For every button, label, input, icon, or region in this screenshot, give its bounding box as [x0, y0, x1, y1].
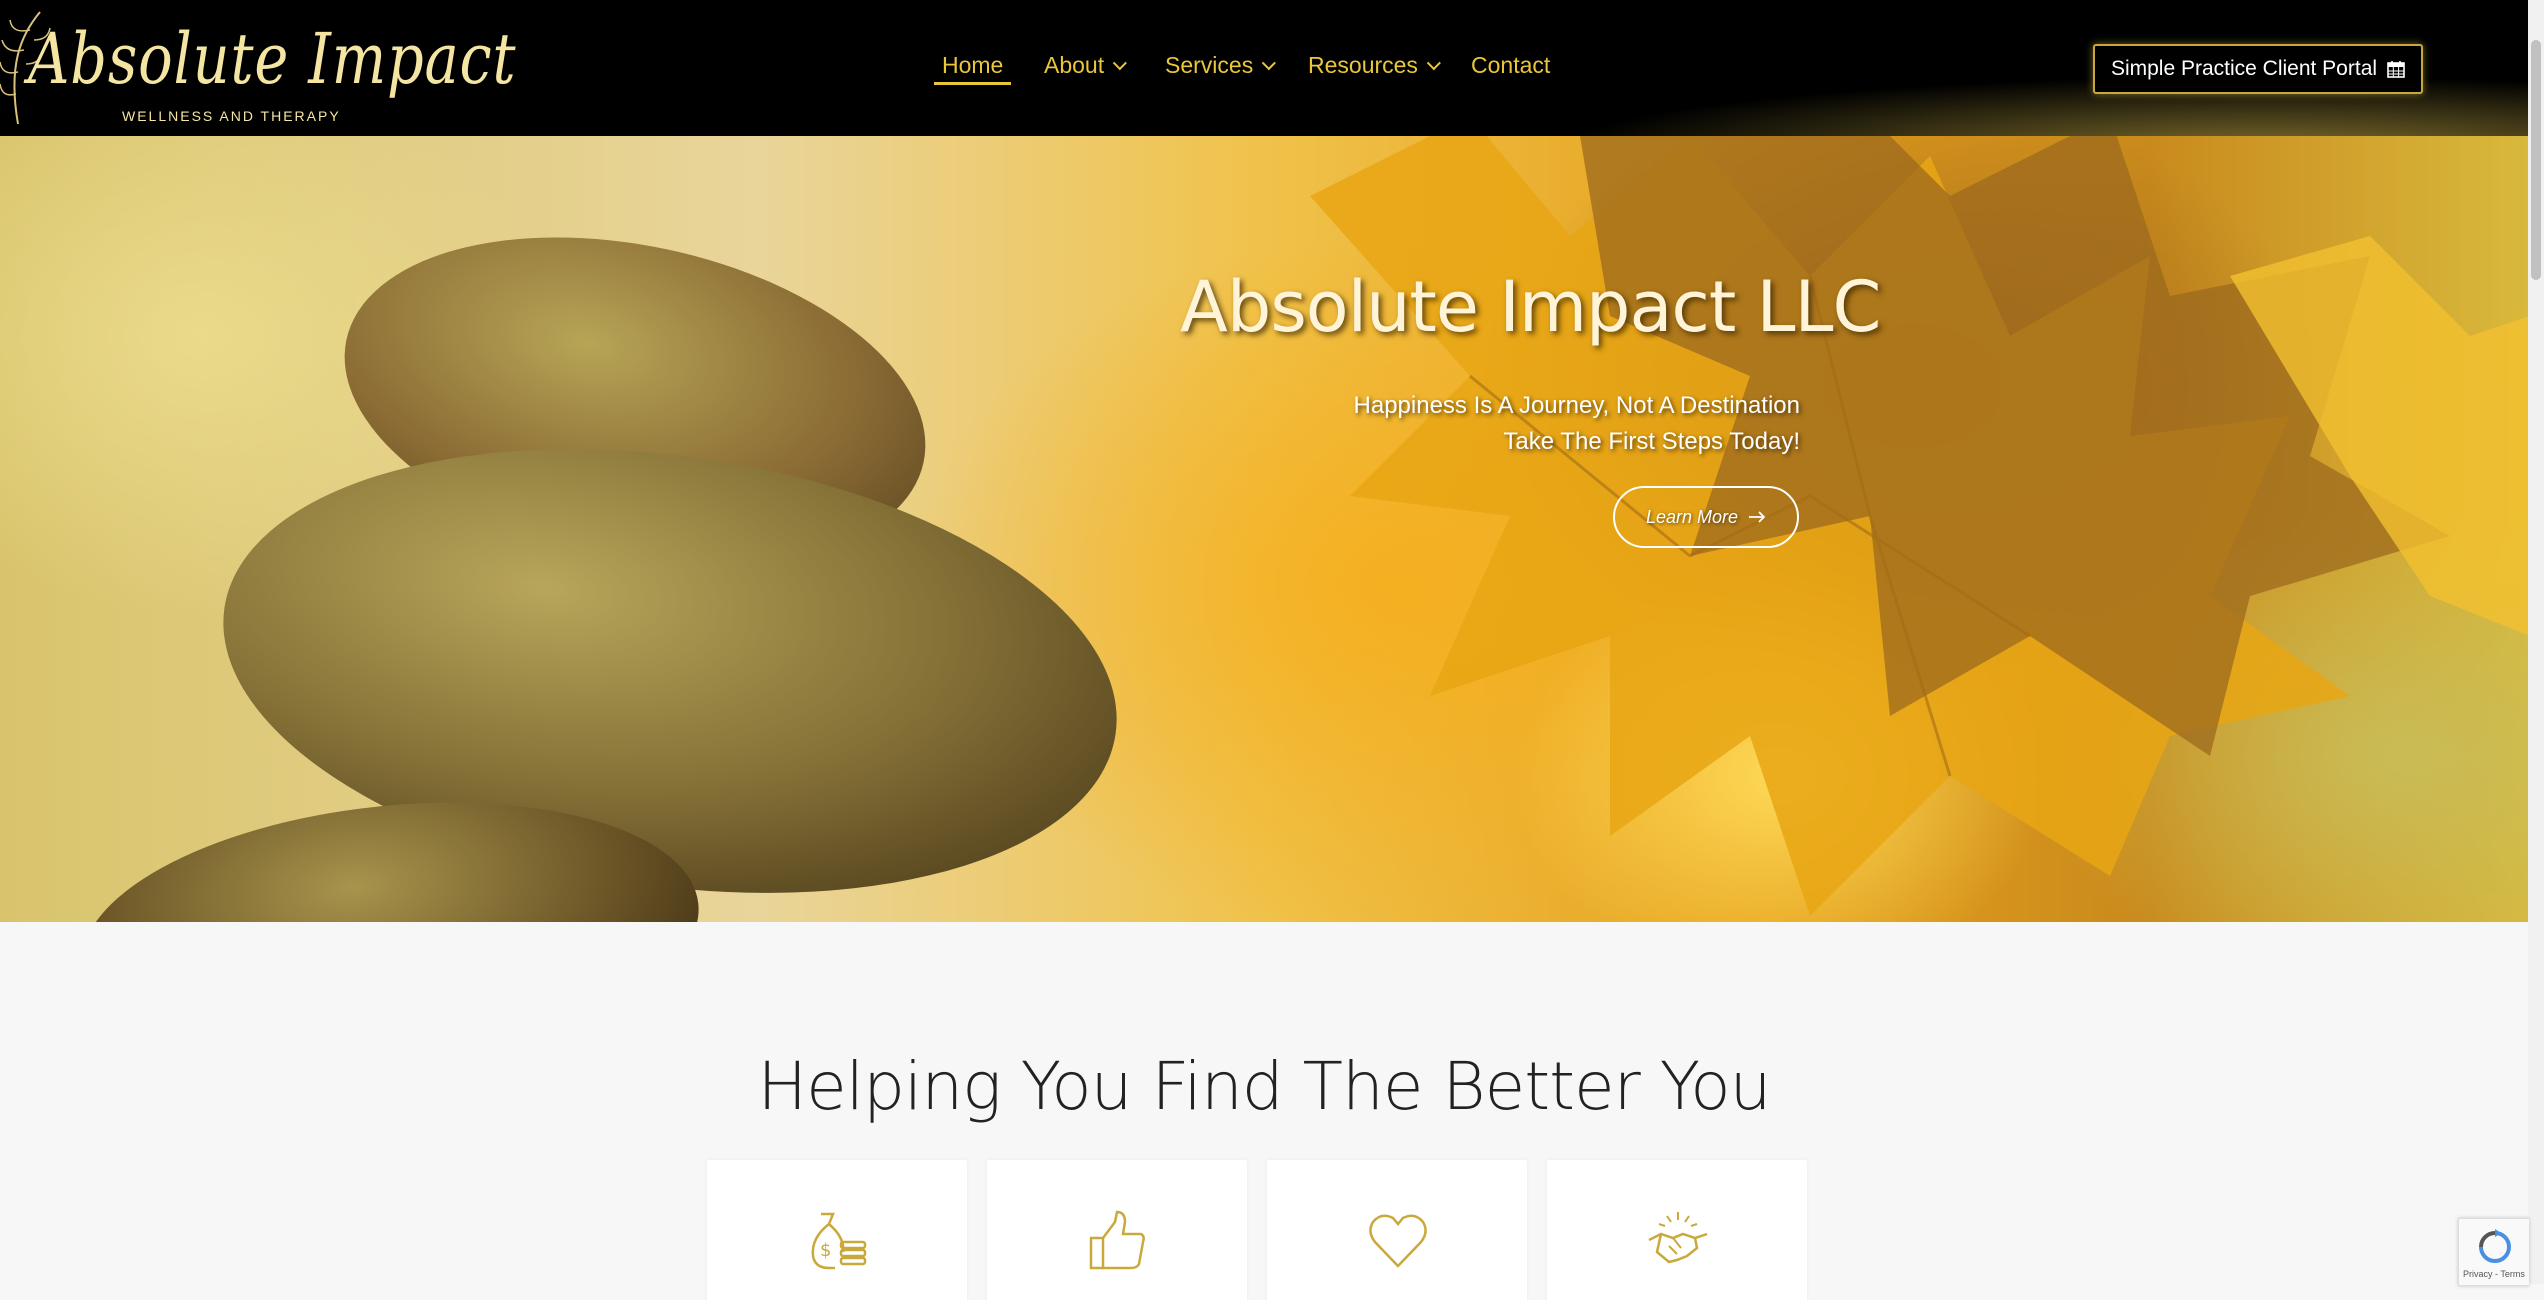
- recaptcha-text: Privacy - Terms: [2463, 1269, 2525, 1279]
- section-title: Helping You Find The Better You: [757, 1048, 1772, 1125]
- money-bag-icon: $: [811, 1212, 867, 1270]
- calendar-icon: [2387, 61, 2405, 78]
- heart-icon: [1369, 1214, 1427, 1268]
- feature-card[interactable]: [1267, 1160, 1527, 1300]
- hero-subtitle-line: Take The First Steps Today!: [1503, 428, 1800, 455]
- nav-item-services[interactable]: Services: [1165, 52, 1277, 79]
- feature-card[interactable]: [1547, 1160, 1807, 1300]
- chevron-down-icon: [1261, 55, 1277, 70]
- logo-script-text: Absolute Impact: [28, 18, 517, 100]
- feature-card[interactable]: [987, 1160, 1247, 1300]
- scrollbar-thumb[interactable]: [2531, 40, 2541, 280]
- client-portal-label: Simple Practice Client Portal: [2110, 57, 2378, 80]
- hero-title: Absolute Impact LLC: [1180, 266, 1881, 348]
- chevron-down-icon: [1426, 55, 1441, 70]
- svg-text:$: $: [820, 1240, 831, 1261]
- thumbs-up-icon: [1089, 1210, 1145, 1270]
- nav-item-contact[interactable]: Contact: [1471, 52, 1550, 79]
- hero-subtitle-line: Happiness Is A Journey, Not A Destinatio…: [1353, 392, 1800, 419]
- nav-item-label: About: [1044, 52, 1105, 78]
- site-logo[interactable]: Absolute Impact WELLNESS AND THERAPY: [0, 6, 516, 130]
- nav-item-label: Home: [942, 52, 1004, 78]
- nav-item-label: Contact: [1471, 52, 1551, 78]
- client-portal-button[interactable]: Simple Practice Client Portal: [2093, 44, 2423, 94]
- logo-subtitle: WELLNESS AND THERAPY: [122, 108, 341, 124]
- handshake-icon: [1648, 1212, 1708, 1264]
- recaptcha-icon: [2479, 1229, 2511, 1263]
- nav-item-home[interactable]: Home: [942, 52, 1003, 79]
- nav-active-underline: [934, 82, 1011, 85]
- hero-subtitle: Happiness Is A Journey, Not A Destinatio…: [1180, 388, 1800, 460]
- learn-more-button[interactable]: Learn More: [1613, 486, 1799, 548]
- arrow-right-icon: [1749, 511, 1766, 523]
- feature-card[interactable]: $: [707, 1160, 967, 1300]
- hero-banner: Absolute Impact LLC Happiness Is A Journ…: [0, 136, 2528, 922]
- page-scrollbar[interactable]: [2528, 0, 2544, 1284]
- recaptcha-badge[interactable]: Privacy - Terms: [2458, 1218, 2529, 1286]
- chevron-down-icon: [1112, 55, 1128, 70]
- nav-item-label: Resources: [1308, 52, 1418, 78]
- nav-item-about[interactable]: About: [1044, 52, 1128, 79]
- learn-more-label: Learn More: [1645, 506, 1739, 527]
- nav-item-label: Services: [1165, 52, 1254, 78]
- site-header: Absolute Impact WELLNESS AND THERAPY Hom…: [0, 0, 2528, 136]
- nav-item-resources[interactable]: Resources: [1308, 52, 1441, 79]
